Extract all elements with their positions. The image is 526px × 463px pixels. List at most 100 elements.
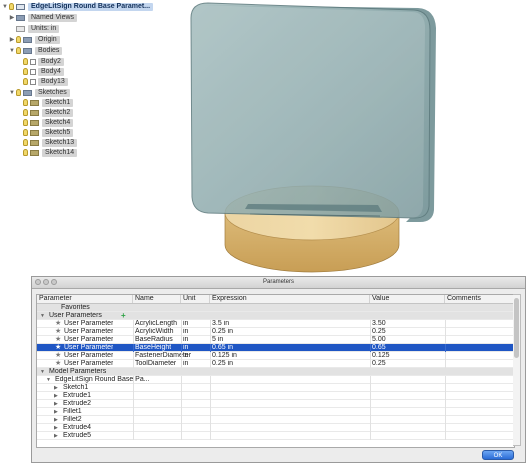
parameter-row[interactable]: ★ User Parameter AcrylicWidth in 0.25 in…: [37, 328, 514, 336]
ok-button[interactable]: OK: [482, 450, 514, 460]
expand-arrow-icon[interactable]: ▶: [54, 384, 58, 392]
favorite-star-icon[interactable]: ★: [53, 352, 61, 360]
favorite-star-icon[interactable]: ★: [53, 360, 61, 368]
parameter-name[interactable]: ToolDiameter: [133, 360, 176, 368]
visibility-bulb-icon[interactable]: [23, 99, 28, 106]
tree-item-body[interactable]: Body4: [23, 67, 64, 76]
parameter-name[interactable]: AcrylicWidth: [133, 328, 174, 336]
tree-item-body[interactable]: Body2: [23, 57, 64, 66]
visibility-bulb-icon[interactable]: [23, 119, 28, 126]
favorite-star-icon[interactable]: ★: [53, 328, 61, 336]
parameters-dialog: Parameters Parameter Name Unit Expressio…: [31, 276, 526, 463]
tree-item-units[interactable]: Units: in: [16, 24, 60, 33]
visibility-bulb-icon[interactable]: [23, 68, 28, 75]
tree-item-document[interactable]: ▼ EdgeLitSign Round Base Paramet...: [2, 2, 154, 11]
minimize-window-button[interactable]: [43, 279, 49, 285]
parameter-expression[interactable]: 5 in: [210, 336, 223, 344]
parameter-row-selected[interactable]: ★ User Parameter BaseHeight in 0.65 in 0…: [37, 344, 514, 352]
table-scrollbar[interactable]: [513, 294, 521, 446]
feature-row[interactable]: ▶ Sketch1: [37, 384, 514, 392]
collapse-arrow-icon[interactable]: ▼: [2, 2, 8, 11]
visibility-bulb-icon[interactable]: [23, 78, 28, 85]
component-row[interactable]: ▼ EdgeLitSign Round Base Pa...: [37, 376, 514, 384]
tree-item-body[interactable]: Body13: [23, 77, 68, 86]
visibility-bulb-icon[interactable]: [16, 36, 21, 43]
visibility-bulb-icon[interactable]: [23, 129, 28, 136]
sketch-icon: [30, 139, 39, 146]
expand-arrow-icon[interactable]: ▶: [54, 408, 58, 416]
tree-item-sketch[interactable]: Sketch2: [23, 108, 74, 117]
feature-row[interactable]: ▶ Extrude1: [37, 392, 514, 400]
tree-item-sketch[interactable]: Sketch5: [23, 128, 74, 137]
parameter-name[interactable]: AcrylicLength: [133, 320, 177, 328]
parameter-expression[interactable]: 0.125 in: [210, 352, 237, 360]
parameter-expression[interactable]: 0.25 in: [210, 328, 233, 336]
collapse-arrow-icon[interactable]: ▼: [9, 88, 15, 97]
feature-row[interactable]: ▶ Fillet2: [37, 416, 514, 424]
expand-arrow-icon[interactable]: ▶: [9, 13, 15, 22]
visibility-bulb-icon[interactable]: [23, 58, 28, 65]
feature-row[interactable]: ▶ Extrude2: [37, 400, 514, 408]
visibility-bulb-icon[interactable]: [23, 139, 28, 146]
expand-arrow-icon[interactable]: ▶: [54, 424, 58, 432]
favorites-label: Favorites: [61, 304, 90, 311]
tree-item-sketch[interactable]: Sketch13: [23, 138, 78, 147]
zoom-window-button[interactable]: [51, 279, 57, 285]
user-parameters-group-row[interactable]: ▼ User Parameters +: [37, 312, 514, 320]
expand-arrow-icon[interactable]: ▶: [54, 416, 58, 424]
parameter-unit: in: [183, 344, 189, 351]
visibility-bulb-icon[interactable]: [9, 3, 14, 10]
favorite-star-icon[interactable]: ★: [53, 336, 61, 344]
model-viewport[interactable]: [150, 0, 526, 280]
tree-item-label: Origin: [35, 35, 60, 44]
tree-item-named-views[interactable]: ▶ Named Views: [9, 13, 78, 22]
favorite-star-icon[interactable]: ★: [53, 344, 61, 352]
feature-row[interactable]: ▶ Extrude5: [37, 432, 514, 440]
visibility-bulb-icon[interactable]: [16, 47, 21, 54]
visibility-bulb-icon[interactable]: [23, 149, 28, 156]
parameter-row[interactable]: ★ User Parameter AcrylicLength in 3.5 in…: [37, 320, 514, 328]
expand-arrow-icon[interactable]: ▶: [9, 35, 15, 44]
tree-item-bodies[interactable]: ▼ Bodies: [9, 46, 63, 55]
dialog-titlebar[interactable]: Parameters: [32, 277, 525, 289]
tree-item-origin[interactable]: ▶ Origin: [9, 35, 60, 44]
add-parameter-icon[interactable]: +: [121, 312, 126, 320]
favorites-group-row[interactable]: Favorites: [37, 304, 514, 312]
visibility-bulb-icon[interactable]: [23, 109, 28, 116]
tree-item-sketch[interactable]: Sketch4: [23, 118, 74, 127]
parameter-row[interactable]: ★ User Parameter BaseRadius in 5 in 5.00: [37, 336, 514, 344]
scrollbar-thumb[interactable]: [514, 298, 519, 358]
column-header-comments[interactable]: Comments: [445, 295, 514, 303]
expand-arrow-icon[interactable]: ▶: [54, 432, 58, 440]
column-header-value[interactable]: Value: [370, 295, 445, 303]
column-header-name[interactable]: Name: [133, 295, 181, 303]
parameter-expression[interactable]: 0.25 in: [210, 360, 233, 368]
column-header-parameter[interactable]: Parameter: [37, 295, 133, 303]
parameter-name[interactable]: BaseHeight: [133, 344, 171, 352]
parameter-row[interactable]: ★ User Parameter ToolDiameter in 0.25 in…: [37, 360, 514, 368]
column-header-unit[interactable]: Unit: [181, 295, 210, 303]
feature-row[interactable]: ▶ Fillet1: [37, 408, 514, 416]
expand-arrow-icon[interactable]: ▶: [54, 392, 58, 400]
close-window-button[interactable]: [35, 279, 41, 285]
tree-item-sketches[interactable]: ▼ Sketches: [9, 88, 70, 97]
parameter-expression[interactable]: 0.65 in: [210, 344, 233, 352]
tree-item-sketch[interactable]: Sketch14: [23, 148, 78, 157]
collapse-arrow-icon[interactable]: ▼: [40, 312, 45, 320]
expand-arrow-icon[interactable]: ▶: [54, 400, 58, 408]
favorite-star-icon[interactable]: ★: [53, 320, 61, 328]
column-header-expression[interactable]: Expression: [210, 295, 370, 303]
parameter-name[interactable]: BaseRadius: [133, 336, 173, 344]
model-parameters-group-row[interactable]: ▼ Model Parameters: [37, 368, 514, 376]
parameter-row[interactable]: ★ User Parameter FastenerDiameter in 0.1…: [37, 352, 514, 360]
tree-item-sketch[interactable]: Sketch1: [23, 98, 74, 107]
feature-row[interactable]: ▶ Extrude4: [37, 424, 514, 432]
visibility-bulb-icon[interactable]: [16, 89, 21, 96]
collapse-arrow-icon[interactable]: ▼: [9, 46, 15, 55]
collapse-arrow-icon[interactable]: ▼: [40, 368, 45, 376]
component-label: EdgeLitSign Round Base Pa...: [55, 376, 150, 383]
parameter-type: User Parameter: [64, 328, 114, 335]
folder-icon: [23, 89, 32, 96]
parameter-expression[interactable]: 3.5 in: [210, 320, 229, 328]
collapse-arrow-icon[interactable]: ▼: [46, 376, 51, 384]
